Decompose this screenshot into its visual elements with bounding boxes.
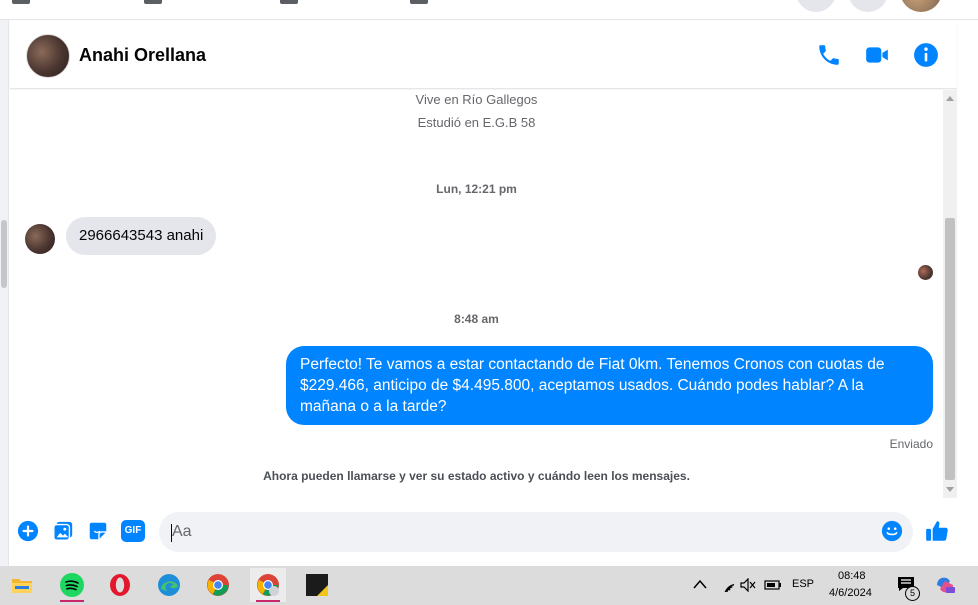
emoji-icon[interactable] [881, 520, 903, 542]
messenger-circle-button[interactable] [848, 0, 888, 12]
spotify-icon[interactable] [54, 568, 90, 602]
top-nav-strip [0, 0, 978, 20]
language-indicator[interactable]: ESP [792, 578, 814, 590]
contact-name[interactable]: Anahi Orellana [79, 45, 206, 66]
message-composer: GIF [10, 505, 957, 560]
left-scrollbar[interactable] [0, 20, 9, 566]
clock-time[interactable]: 08:48 [838, 570, 866, 582]
wifi-icon[interactable] [718, 578, 734, 592]
video-icon[interactable] [864, 42, 890, 68]
gif-icon[interactable]: GIF [121, 520, 145, 542]
running-indicator [60, 600, 84, 602]
volume-muted-icon[interactable] [740, 578, 756, 592]
left-scrollbar-thumb[interactable] [1, 220, 7, 288]
scrollbar-thumb[interactable] [945, 218, 955, 480]
incoming-message[interactable]: 2966643543 anahi [66, 217, 217, 255]
menu-circle-button[interactable] [796, 0, 836, 12]
chrome-icon[interactable] [200, 568, 236, 602]
connection-note: Ahora pueden llamarse y ver su estado ac… [263, 469, 690, 483]
battery-icon[interactable] [764, 579, 782, 591]
text-caret [171, 524, 172, 542]
phone-icon[interactable] [816, 42, 842, 68]
chevron-up-icon[interactable] [693, 579, 707, 589]
messenger-window: Anahi Orellana Vive en Río Gallegos Estu… [0, 0, 978, 566]
windows-taskbar: ESP 08:48 4/6/2024 5 [0, 566, 978, 605]
sender-avatar[interactable] [25, 224, 55, 254]
nav-icon[interactable] [12, 0, 30, 4]
image-icon[interactable] [52, 520, 74, 542]
opera-icon[interactable] [102, 568, 138, 602]
profile-studied: Estudió en E.G.B 58 [417, 115, 536, 130]
timestamp: Lun, 12:21 pm [436, 182, 517, 196]
clock-date[interactable]: 4/6/2024 [829, 587, 872, 599]
info-icon[interactable] [913, 42, 939, 68]
timestamp: 8:48 am [454, 312, 499, 326]
edge-icon[interactable] [151, 568, 187, 602]
nav-icon[interactable] [410, 0, 428, 4]
like-icon[interactable] [924, 518, 950, 544]
message-input[interactable] [159, 512, 913, 552]
message-thread[interactable]: Vive en Río Gallegos Estudió en E.G.B 58… [10, 90, 943, 498]
nav-icon[interactable] [144, 0, 162, 4]
right-page-scrollbar[interactable] [958, 20, 978, 566]
account-avatar[interactable] [900, 0, 942, 12]
running-indicator [256, 600, 280, 602]
chrome-profile-icon[interactable] [250, 568, 286, 602]
outgoing-message[interactable]: Perfecto! Te vamos a estar contactando d… [286, 346, 933, 425]
sticker-icon[interactable] [87, 520, 109, 542]
sticky-app-icon[interactable] [299, 568, 335, 602]
message-status: Enviado [889, 437, 933, 451]
contact-avatar[interactable] [26, 34, 70, 78]
nav-icon[interactable] [280, 0, 298, 4]
scroll-down-arrow[interactable] [946, 487, 954, 492]
chat-scrollbar[interactable] [943, 90, 957, 498]
copilot-icon[interactable] [934, 575, 956, 595]
seen-indicator-avatar [918, 265, 933, 280]
plus-icon[interactable] [17, 520, 39, 542]
scroll-up-arrow[interactable] [946, 96, 954, 101]
notification-count: 5 [905, 586, 920, 601]
chat-header: Anahi Orellana [10, 21, 957, 89]
file-explorer-icon[interactable] [4, 568, 40, 602]
profile-lives: Vive en Río Gallegos [415, 92, 538, 107]
